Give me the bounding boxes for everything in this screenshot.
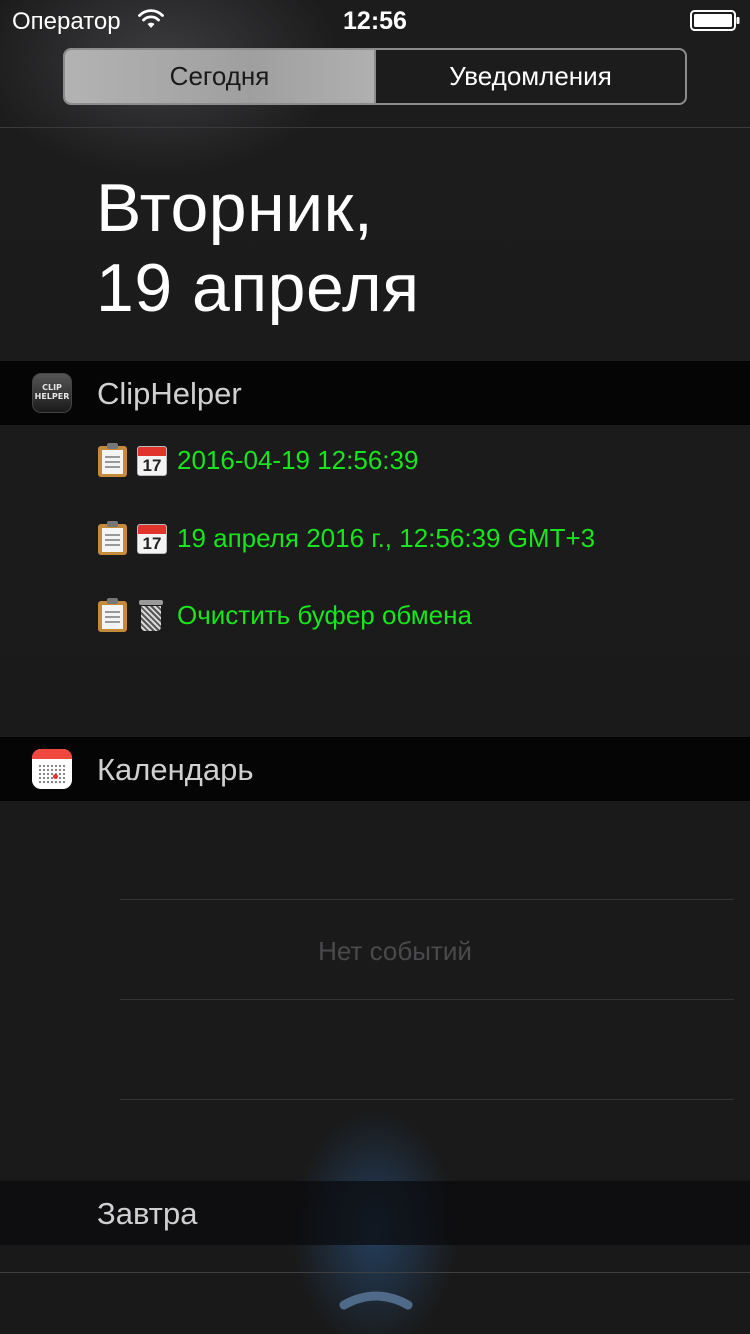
calendar-divider (120, 999, 734, 1000)
calendar-day-number: 17 (142, 456, 162, 475)
clip-item-label: 2016-04-19 12:56:39 (177, 444, 419, 475)
date-day-month: 19 апреля (96, 250, 420, 326)
tomorrow-label: Завтра (97, 1196, 198, 1231)
calendar-divider (120, 899, 734, 900)
tomorrow-section: Завтра (0, 1181, 750, 1245)
divider (0, 127, 750, 128)
clip-item-iso-date[interactable]: 17 2016-04-19 12:56:39 (97, 440, 418, 480)
today-notifications-segmented-control: Сегодня Уведомления (63, 48, 687, 105)
clipboard-icon (97, 598, 129, 632)
trash-icon (137, 598, 165, 632)
clip-item-clear-clipboard[interactable]: Очистить буфер обмена (97, 595, 472, 635)
battery-icon (690, 10, 740, 31)
cliphelper-icon-text: CLIP (42, 383, 62, 392)
calendar-app-icon (32, 749, 72, 789)
divider (0, 1272, 750, 1273)
calendar-widget-header[interactable]: Календарь (0, 737, 750, 801)
tab-notifications[interactable]: Уведомления (374, 50, 685, 103)
tab-today[interactable]: Сегодня (65, 50, 374, 103)
chevron-up-grabber-icon[interactable] (338, 1285, 414, 1315)
calendar-17-icon: 17 (137, 522, 167, 554)
notification-center-today: Оператор 12:56 Сегодня Уведомления Вторн… (0, 0, 750, 1334)
clipboard-icon (97, 443, 129, 477)
clip-item-label: Очистить буфер обмена (177, 599, 472, 630)
cliphelper-icon-text: HELPER (34, 392, 70, 401)
status-time: 12:56 (343, 7, 407, 35)
cliphelper-widget-header[interactable]: CLIP HELPER ClipHelper (0, 361, 750, 425)
calendar-day-number: 17 (142, 534, 162, 553)
clipboard-icon (97, 521, 129, 555)
calendar-17-icon: 17 (137, 444, 167, 476)
clip-item-long-date[interactable]: 17 19 апреля 2016 г., 12:56:39 GMT+3 (97, 518, 595, 558)
cliphelper-app-icon: CLIP HELPER (32, 373, 72, 413)
clip-item-label: 19 апреля 2016 г., 12:56:39 GMT+3 (177, 522, 596, 553)
date-header: Вторник, 19 апреля (96, 168, 420, 328)
date-weekday: Вторник, (96, 170, 374, 246)
calendar-divider (120, 1099, 734, 1100)
calendar-widget-title: Календарь (97, 752, 254, 787)
status-bar: Оператор 12:56 (0, 0, 750, 40)
cliphelper-widget-title: ClipHelper (97, 376, 242, 411)
calendar-empty-text: Нет событий (318, 936, 472, 966)
